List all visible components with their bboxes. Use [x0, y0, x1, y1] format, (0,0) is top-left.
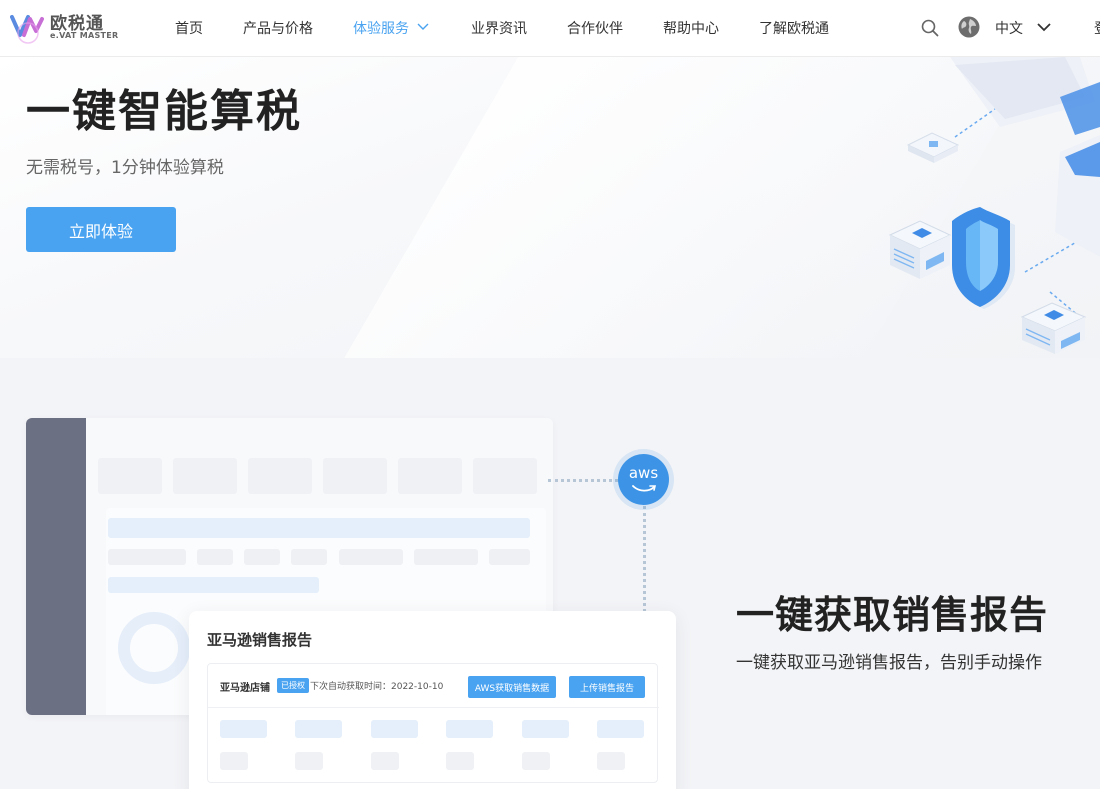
sales-report-card: 亚马逊销售报告 亚马逊店铺 已授权 下次自动获取时间：2022-10-10 AW… — [189, 611, 676, 789]
feature-section: aws 亚马逊销售报告 亚马逊店铺 已授权 下次自动获取时间：2022-10-1… — [0, 358, 1100, 789]
donut-chart-icon — [118, 612, 190, 684]
chevron-down-icon — [417, 23, 429, 30]
mockup-bar — [108, 518, 530, 538]
brand-name-en: e.VAT MASTER — [50, 31, 119, 40]
login-link[interactable]: 登 — [1094, 18, 1100, 38]
table-cell — [446, 752, 474, 770]
aws-fetch-button[interactable]: AWS获取销售数据 — [468, 676, 556, 698]
nav-item-products-pricing[interactable]: 产品与价格 — [243, 18, 313, 38]
mockup-bar — [108, 577, 319, 593]
nav-item-industry-news[interactable]: 业界资讯 — [471, 18, 527, 38]
card-title: 亚马逊销售报告 — [207, 631, 313, 649]
table-cell — [371, 720, 418, 738]
try-now-button[interactable]: 立即体验 — [26, 207, 176, 252]
hero-subtitle: 无需税号，1分钟体验算税 — [26, 158, 224, 178]
mockup-tile — [173, 458, 237, 494]
upload-report-button[interactable]: 上传销售报告 — [569, 676, 645, 698]
connector-line — [548, 479, 618, 482]
store-table: 亚马逊店铺 已授权 下次自动获取时间：2022-10-10 AWS获取销售数据 … — [207, 663, 659, 783]
hero-title: 一键智能算税 — [26, 86, 302, 137]
mockup-bar — [339, 549, 403, 565]
table-cell — [597, 752, 625, 770]
table-cell — [522, 720, 569, 738]
feature-subtitle: 一键获取亚马逊销售报告，告别手动操作 — [736, 653, 1042, 673]
connector-line — [643, 506, 646, 612]
vm-logo-icon — [10, 15, 44, 44]
feature-title: 一键获取销售报告 — [736, 593, 1049, 637]
mockup-sidebar — [26, 418, 86, 715]
mockup-tile — [323, 458, 387, 494]
table-cell — [220, 720, 267, 738]
mockup-bar — [108, 549, 186, 565]
mockup-bar — [489, 549, 530, 565]
isometric-security-illustration — [888, 57, 1100, 354]
brand-logo[interactable]: 欧税通 e.VAT MASTER — [10, 9, 120, 45]
table-cell — [295, 720, 342, 738]
mockup-tile — [473, 458, 537, 494]
table-cell — [522, 752, 550, 770]
table-cell — [597, 720, 644, 738]
mockup-tile — [98, 458, 162, 494]
mockup-tile — [248, 458, 312, 494]
status-badge: 已授权 — [277, 678, 309, 693]
mockup-tile — [398, 458, 462, 494]
mockup-bar — [291, 549, 327, 565]
globe-icon[interactable] — [957, 15, 981, 39]
language-selector[interactable]: 中文 — [995, 18, 1023, 38]
nav-item-about[interactable]: 了解欧税通 — [759, 18, 829, 38]
aws-smile-icon — [632, 485, 657, 492]
nav-item-experience-service[interactable]: 体验服务 — [353, 18, 429, 38]
chevron-down-icon[interactable] — [1036, 20, 1052, 34]
table-cell — [446, 720, 493, 738]
table-cell — [295, 752, 323, 770]
hero-section: 一键智能算税 无需税号，1分钟体验算税 立即体验 — [0, 57, 1100, 358]
store-row: 亚马逊店铺 已授权 下次自动获取时间：2022-10-10 AWS获取销售数据 … — [208, 664, 659, 708]
aws-label: aws — [628, 464, 659, 482]
next-fetch-time: 下次自动获取时间：2022-10-10 — [310, 682, 444, 692]
aws-badge: aws — [618, 454, 669, 505]
search-icon[interactable] — [920, 18, 940, 38]
mockup-bar — [197, 549, 233, 565]
nav-item-partners[interactable]: 合作伙伴 — [567, 18, 623, 38]
nav-item-help-center[interactable]: 帮助中心 — [663, 18, 719, 38]
nav-item-label: 体验服务 — [353, 21, 409, 37]
top-nav-bar: 欧税通 e.VAT MASTER 首页 产品与价格 体验服务 业界资讯 合作伙伴… — [0, 0, 1100, 57]
nav-item-home[interactable]: 首页 — [175, 18, 203, 38]
mockup-bar — [414, 549, 478, 565]
store-name: 亚马逊店铺 — [220, 683, 270, 694]
table-cell — [220, 752, 248, 770]
table-cell — [371, 752, 399, 770]
mockup-bar — [244, 549, 280, 565]
